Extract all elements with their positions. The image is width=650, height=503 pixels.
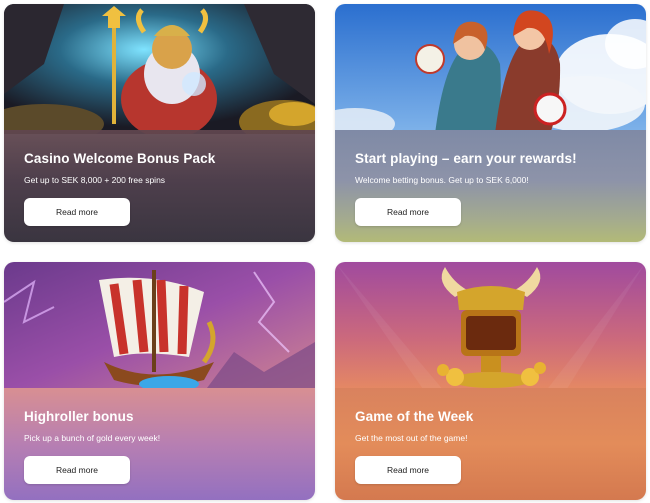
promo-card-casino-welcome: Casino Welcome Bonus Pack Get up to SEK … xyxy=(4,4,315,242)
viking-ship-icon xyxy=(4,262,315,392)
read-more-button[interactable]: Read more xyxy=(355,198,461,226)
viking-king-icon xyxy=(4,4,315,134)
promo-card-title: Game of the Week xyxy=(355,409,474,424)
promo-card-panel: Highroller bonus Pick up a bunch of gold… xyxy=(4,388,315,500)
promo-card-title: Start playing – earn your rewards! xyxy=(355,151,577,166)
read-more-button[interactable]: Read more xyxy=(24,198,130,226)
promo-card-panel: Game of the Week Get the most out of the… xyxy=(335,388,646,500)
golden-777-chalice-icon xyxy=(335,262,646,392)
promo-card-title: Casino Welcome Bonus Pack xyxy=(24,151,216,166)
promo-card-highroller: Highroller bonus Pick up a bunch of gold… xyxy=(4,262,315,500)
promo-card-subtitle: Get the most out of the game! xyxy=(355,433,468,443)
warrior-women-icon xyxy=(335,4,646,134)
promo-card-title: Highroller bonus xyxy=(24,409,134,424)
promo-card-subtitle: Pick up a bunch of gold every week! xyxy=(24,433,161,443)
promo-card-subtitle: Get up to SEK 8,000 + 200 free spins xyxy=(24,175,166,185)
promo-card-game-of-week: Game of the Week Get the most out of the… xyxy=(335,262,646,500)
promo-card-panel: Casino Welcome Bonus Pack Get up to SEK … xyxy=(4,130,315,242)
promo-card-panel: Start playing – earn your rewards! Welco… xyxy=(335,130,646,242)
promo-card-subtitle: Welcome betting bonus. Get up to SEK 6,0… xyxy=(355,175,529,185)
read-more-button[interactable]: Read more xyxy=(355,456,461,484)
promo-card-start-playing: Start playing – earn your rewards! Welco… xyxy=(335,4,646,242)
read-more-button[interactable]: Read more xyxy=(24,456,130,484)
